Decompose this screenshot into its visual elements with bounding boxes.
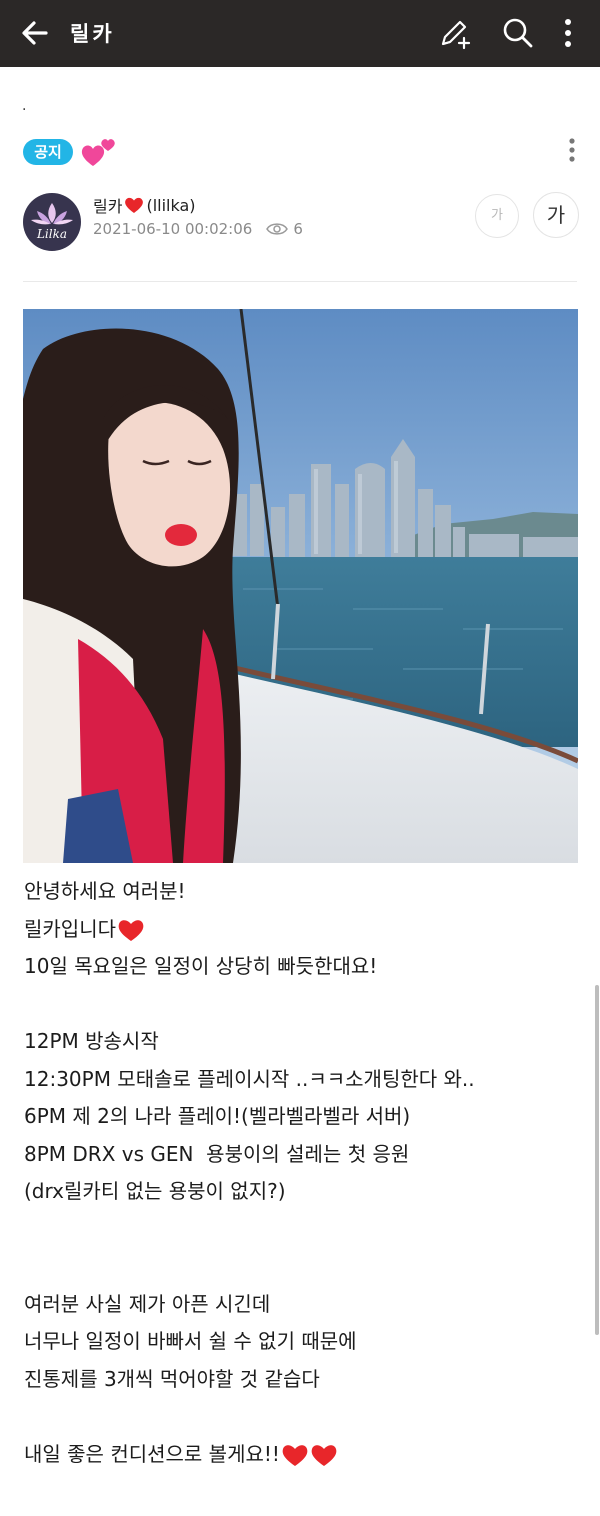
author-name[interactable]: 릴카 (llilka) [93,193,196,217]
avatar[interactable]: Lilka [23,193,81,251]
heart-icon [117,917,145,942]
body-line: 6PM 제 2의 나라 플레이!(벨라벨라벨라 서버) [24,1104,411,1128]
body-line-text: 내일 좋은 컨디션으로 볼게요!! [24,1441,280,1466]
heart-icon [124,196,144,214]
heart-icon [281,1442,309,1467]
scrollbar[interactable] [595,985,599,1335]
page-title: 릴카 [70,22,115,46]
body-line: 10일 목요일은 일정이 상당히 빠듯한대요! [24,954,378,978]
body-line: 내일 좋은 컨디션으로 볼게요!! [24,1436,584,1474]
post-body: 안녕하세요 여러분! 릴카입니다 10일 목요일은 일정이 상당히 빠듯한대요!… [24,873,584,1473]
body-line [24,1248,584,1286]
body-line: 여러분 사실 제가 아픈 시긴데 [24,1291,271,1316]
write-icon[interactable] [436,14,474,52]
body-line: 릴카입니다 [24,911,584,949]
body-line: 12PM 방송시작 [24,1029,159,1053]
notice-badge: 공지 [23,139,73,165]
search-icon[interactable] [499,14,537,52]
back-arrow-icon[interactable] [18,16,52,50]
eye-icon [266,221,289,237]
view-count: 6 [293,220,303,238]
app-bar: 릴카 [0,0,600,67]
two-hearts-icon [80,134,120,170]
body-line: 진통제를 3개씩 먹어야할 것 같습다 [24,1366,320,1391]
avatar-logo-text: Lilka [36,227,68,241]
post-more-icon[interactable] [558,136,586,166]
heart-icon [310,1442,338,1467]
body-line [24,1398,584,1436]
body-line: 12:30PM 모태솔로 플레이시작 ..ㅋㅋ소개팅한다 와.. [24,1066,475,1091]
lotus-logo-icon [31,203,73,225]
font-size-large-button[interactable]: 가 [533,192,579,238]
body-line: 8PM DRX vs GEN 용붕이의 설레는 첫 응원 [24,1141,410,1166]
body-line-text: 릴카입니다 [24,916,116,941]
author-handle: (llilka) [146,195,196,215]
more-vertical-icon[interactable] [551,14,589,52]
body-line [24,1211,584,1249]
body-line: 안녕하세요 여러분! [24,879,186,903]
body-line: 너무나 일정이 바빠서 쉴 수 없기 때문에 [24,1329,357,1353]
body-line: (drx릴카티 없는 용붕이 없지?) [24,1179,286,1203]
post-meta: 2021-06-10 00:02:06 6 [93,220,303,238]
post-photo[interactable] [23,309,578,863]
top-dot: . [22,98,27,114]
post-date: 2021-06-10 00:02:06 [93,220,253,238]
header-divider [23,281,577,282]
body-line [24,986,584,1024]
author-nickname: 릴카 [93,197,123,216]
font-size-small-button[interactable]: 가 [475,194,519,238]
